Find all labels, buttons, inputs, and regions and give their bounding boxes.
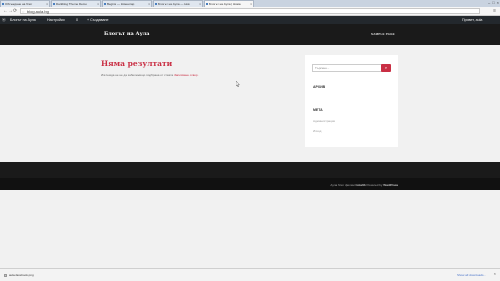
favicon-icon [155,3,157,5]
minimize-icon[interactable]: – [488,0,490,5]
menu-icon[interactable]: ≡ [493,8,496,14]
sidebar: Търсене... ⌕ АРХИВ МЕТА Администрация Из… [305,55,398,147]
tab-label: Begins — Коментар [107,2,135,6]
search-input[interactable]: Търсене... [312,64,382,72]
wordpress-logo-icon[interactable]: ⓦ [2,16,6,24]
notice-text: Изглежда не не да забележищо подбрана от… [101,73,175,77]
page-title: Няма резултати [101,59,173,68]
favicon-icon [2,3,4,5]
reload-icon[interactable]: ⟳ [13,8,17,14]
main-content: Няма резултати Изглежда не не да забележ… [0,45,500,162]
site-title[interactable]: Блогът на Аула [104,31,150,37]
credit-wordpress-link[interactable]: WordPress [383,183,398,187]
meta-link[interactable]: Администрация [313,119,335,123]
show-all-downloads-link[interactable]: Show all downloads... [457,272,486,279]
admin-greeting[interactable]: Привет, aula [462,16,482,24]
favicon-icon [104,3,106,5]
wp-admin-bar: ⓦ Блогът на Аула Настройки 0 + Създаване… [0,16,500,24]
tab-label: Блогът на Аула | Няма [209,2,241,6]
browser-tab[interactable]: Begins — Коментар × [102,0,152,7]
admin-site-name[interactable]: Блогът на Аула [10,16,36,24]
nav-item-sample-page[interactable]: SAMPLE PAGE [371,32,395,36]
admin-comments-count[interactable]: 0 [76,16,78,24]
admin-new-item[interactable]: + Създаване [87,16,108,24]
file-icon [4,274,7,277]
tab-label: Блогът на Аула — Нов [158,2,190,6]
browser-tab-active[interactable]: Блогът на Аула | Няма × [204,0,254,7]
no-results-notice: Изглежда не не да забележищо подбрана от… [101,73,198,77]
browser-tab[interactable]: Блогът на Аула — Нов × [153,0,203,7]
browser-tab[interactable]: Darkblog Theme Demo × [51,0,101,7]
credit-mid: Powered by [365,183,384,187]
close-icon[interactable]: × [494,271,496,276]
mouse-cursor-icon [236,81,240,87]
site-header: Блогът на Аула SAMPLE PAGE [0,24,500,45]
favicon-icon [206,3,208,5]
downloads-bar: aula-facebook.png Show all downloads... … [0,268,500,281]
window-controls: – □ × [488,0,499,5]
download-filename: aula-facebook.png [9,273,34,277]
credit-prefix: Аула блог филми [330,183,355,187]
archive-widget-title: АРХИВ [313,85,326,89]
footer-credit: Аула блог филми Colorlib Powered by Word… [330,183,398,187]
search-icon: ⌕ [384,65,388,70]
tab-label: Обсъждане на блог [5,2,33,6]
page-info-icon[interactable]: ◌ [22,9,24,14]
download-item[interactable]: aula-facebook.png [4,272,36,279]
maximize-icon[interactable]: □ [492,0,494,5]
url-text: blog.aula.bg [27,9,49,14]
meta-widget-title: МЕТА [313,108,323,112]
footer-credits-bar: Аула блог филми Colorlib Powered by Word… [0,178,500,190]
search-button[interactable]: ⌕ [381,64,391,72]
address-bar-row: ← → ⟳ ◌ blog.aula.bg ≡ [0,7,500,16]
notice-link[interactable]: Записване отвор. [174,73,198,77]
close-icon[interactable]: × [497,0,499,5]
tab-label: Darkblog Theme Demo [56,2,87,6]
browser-tab[interactable]: Обсъждане на блог × [0,0,50,7]
browser-tab-strip: Обсъждане на блог × Darkblog Theme Demo × … [0,0,500,7]
credit-theme-link[interactable]: Colorlib [356,183,366,187]
favicon-icon [53,3,55,5]
page-blank-area [0,190,500,268]
url-input[interactable]: ◌ blog.aula.bg [20,8,480,14]
admin-customize[interactable]: Настройки [47,16,65,24]
meta-link[interactable]: Изход [313,129,321,133]
